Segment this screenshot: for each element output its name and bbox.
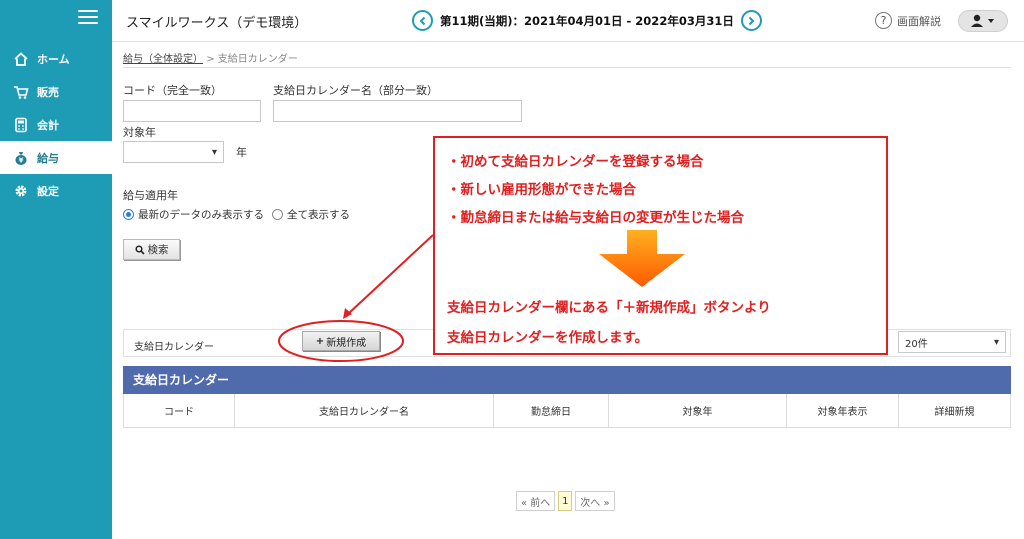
radio-all[interactable] xyxy=(272,209,283,220)
annotation-bullet: ・新しい雇用形態ができた場合 xyxy=(447,182,636,198)
calculator-icon xyxy=(13,117,29,133)
search-icon xyxy=(134,244,145,255)
breadcrumb-parent-link[interactable]: 給与（全体設定） xyxy=(123,54,203,65)
home-icon xyxy=(13,51,29,67)
dropdown-arrow-icon: ▾ xyxy=(993,336,999,348)
code-input[interactable] xyxy=(123,100,261,122)
column-header[interactable]: コード xyxy=(124,394,235,427)
new-create-label: 新規作成 xyxy=(326,337,367,349)
per-page-select[interactable]: 20件 ▾ xyxy=(898,331,1006,353)
prev-period-button[interactable] xyxy=(412,10,433,31)
dropdown-arrow-icon: ▾ xyxy=(211,146,217,158)
new-create-button[interactable]: + 新規作成 xyxy=(302,331,380,351)
divider xyxy=(123,67,1011,68)
calendar-name-label: 支給日カレンダー名（部分一致） xyxy=(273,84,438,97)
help-link[interactable]: ? 画面解説 xyxy=(875,12,941,29)
pagination: « 前へ 1 次へ » xyxy=(516,491,615,511)
sidebar-item-label: 会計 xyxy=(37,118,59,132)
apply-year-radio-group: 最新のデータのみ表示する 全て表示する xyxy=(123,207,350,222)
per-page-value: 20件 xyxy=(905,338,928,350)
down-arrow-icon xyxy=(599,230,685,287)
svg-text:¥: ¥ xyxy=(19,156,24,164)
radio-all-label[interactable]: 全て表示する xyxy=(287,207,350,222)
chevron-right-icon xyxy=(749,16,755,25)
next-period-button[interactable] xyxy=(740,10,762,31)
sidebar-item-label: 給与 xyxy=(37,151,59,165)
sidebar-item-label: ホーム xyxy=(37,52,70,66)
chevron-left-icon xyxy=(419,16,425,25)
column-header[interactable]: 勤怠締日 xyxy=(494,394,609,427)
column-header[interactable]: 対象年 xyxy=(609,394,787,427)
user-menu-button[interactable] xyxy=(958,10,1008,32)
sidebar-item-label: 設定 xyxy=(37,184,59,198)
menu-toggle-icon[interactable] xyxy=(78,10,98,26)
column-header[interactable]: 詳細新規 xyxy=(899,394,1010,427)
breadcrumb-current: 支給日カレンダー xyxy=(217,54,298,65)
radio-latest-label[interactable]: 最新のデータのみ表示する xyxy=(138,207,264,222)
period-label: 第11期(当期)：2021年04月01日 - 2022年03月31日 xyxy=(440,13,734,28)
help-label: 画面解説 xyxy=(897,14,941,28)
annotation-note-line1: 支給日カレンダー欄にある「＋新規作成」ボタンより xyxy=(447,300,771,316)
annotation-bullet: ・初めて支給日カレンダーを登録する場合 xyxy=(447,154,704,170)
cart-icon xyxy=(13,84,29,100)
pointer-arrowhead-icon xyxy=(343,308,352,319)
sidebar-item-payroll[interactable]: ¥ 給与 xyxy=(0,141,112,174)
gear-icon xyxy=(13,183,29,199)
target-year-label: 対象年 xyxy=(123,126,156,139)
year-suffix: 年 xyxy=(236,146,247,159)
toolbar-label: 支給日カレンダー xyxy=(134,342,214,353)
prev-page-button[interactable]: « 前へ xyxy=(516,491,556,511)
breadcrumb-separator: > xyxy=(206,54,215,65)
user-icon xyxy=(971,14,994,27)
sidebar-nav: ホーム 販売 会計 ¥ 給与 設定 xyxy=(0,42,112,207)
app-title: スマイルワークス（デモ環境） xyxy=(126,16,308,31)
sidebar-item-sales[interactable]: 販売 xyxy=(0,75,112,108)
sidebar: ホーム 販売 会計 ¥ 給与 設定 xyxy=(0,0,112,539)
next-page-button[interactable]: 次へ » xyxy=(575,491,615,511)
calendar-name-input[interactable] xyxy=(273,100,522,122)
search-button-label: 検索 xyxy=(147,244,169,256)
question-icon: ? xyxy=(875,12,892,29)
apply-year-label: 給与適用年 xyxy=(123,189,178,202)
table-title: 支給日カレンダー xyxy=(123,366,1011,394)
money-bag-icon: ¥ xyxy=(13,150,29,166)
top-header: スマイルワークス（デモ環境） 第11期(当期)：2021年04月01日 - 20… xyxy=(112,0,1024,42)
table-header-row: コード 支給日カレンダー名 勤怠締日 対象年 対象年表示 詳細新規 xyxy=(123,394,1011,428)
target-year-select[interactable]: ▾ xyxy=(123,141,224,163)
column-header[interactable]: 支給日カレンダー名 xyxy=(235,394,494,427)
column-header[interactable]: 対象年表示 xyxy=(787,394,899,427)
radio-latest[interactable] xyxy=(123,209,134,220)
sidebar-item-label: 販売 xyxy=(37,85,59,99)
sidebar-item-settings[interactable]: 設定 xyxy=(0,174,112,207)
period-selector: 第11期(当期)：2021年04月01日 - 2022年03月31日 xyxy=(412,10,762,31)
code-label: コード（完全一致） xyxy=(123,84,222,97)
sidebar-item-home[interactable]: ホーム xyxy=(0,42,112,75)
annotation-note-line2: 支給日カレンダーを作成します。 xyxy=(447,330,649,346)
annotation-bullet: ・勤怠締日または給与支給日の変更が生じた場合 xyxy=(447,210,744,226)
breadcrumb: 給与（全体設定） > 支給日カレンダー xyxy=(123,50,298,65)
search-button[interactable]: 検索 xyxy=(123,239,180,260)
annotation-callout: ・初めて支給日カレンダーを登録する場合 ・新しい雇用形態ができた場合 ・勤怠締日… xyxy=(433,136,888,355)
sidebar-item-accounting[interactable]: 会計 xyxy=(0,108,112,141)
plus-icon: + xyxy=(315,335,325,347)
pointer-line xyxy=(347,234,434,315)
current-page[interactable]: 1 xyxy=(558,491,573,511)
